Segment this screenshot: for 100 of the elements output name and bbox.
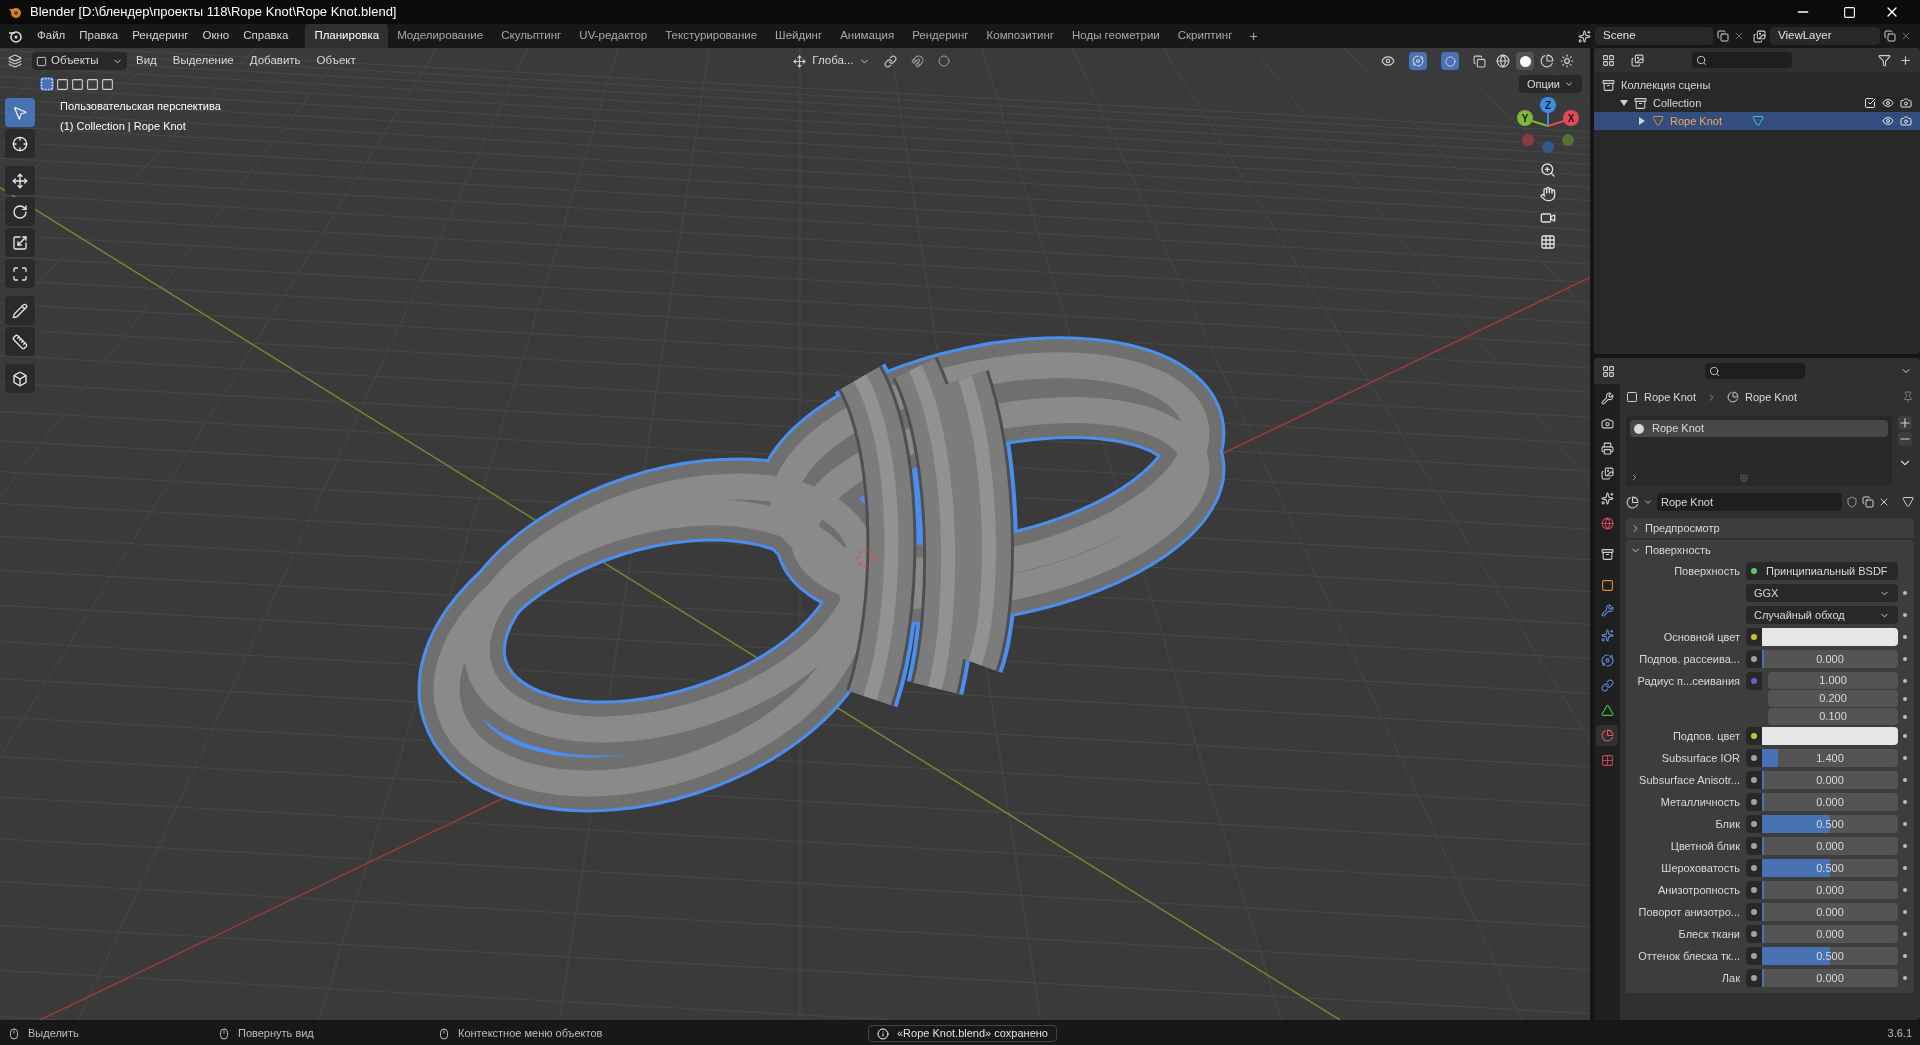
color-swatch[interactable]: [1762, 727, 1898, 745]
zoom-icon[interactable]: [1540, 162, 1556, 178]
copy-icon[interactable]: [1884, 30, 1896, 42]
view-layer-field[interactable]: ViewLayer: [1770, 27, 1880, 45]
orientation-dropdown[interactable]: Глоба...: [808, 52, 858, 70]
axis-handle[interactable]: Z: [1540, 97, 1556, 113]
select-intersect-icon[interactable]: [101, 77, 114, 91]
axis-handle[interactable]: [1522, 134, 1534, 146]
solid-shading-button[interactable]: [1516, 52, 1534, 70]
panel-header[interactable]: Предпросмотр: [1626, 518, 1914, 538]
panel-header[interactable]: Поверхность: [1626, 540, 1914, 560]
properties-tab[interactable]: [1596, 725, 1618, 746]
workspace-tab[interactable]: UV-редактор: [570, 24, 657, 48]
select-subtract-icon[interactable]: [71, 77, 84, 91]
chevron-icon[interactable]: [1643, 497, 1653, 507]
rendered-shading-icon[interactable]: [1560, 54, 1574, 68]
snap-icon[interactable]: [911, 54, 925, 68]
slider-field[interactable]: 0.500: [1762, 859, 1898, 877]
slider-field[interactable]: 0.000: [1762, 903, 1898, 921]
xray-icon[interactable]: [1473, 54, 1486, 68]
tool-button[interactable]: [5, 129, 35, 158]
add-slot-icon[interactable]: [1898, 416, 1912, 430]
material-shading-icon[interactable]: [1540, 54, 1554, 68]
camera-icon[interactable]: [1540, 210, 1556, 226]
camera-icon[interactable]: [1900, 97, 1912, 109]
dropdown[interactable]: Случайный обход: [1746, 606, 1898, 624]
workspace-tab[interactable]: Планировка: [305, 24, 389, 48]
workspace-tab[interactable]: Скульптинг: [492, 24, 571, 48]
tool-button[interactable]: [5, 197, 35, 226]
camera-icon[interactable]: [1900, 115, 1912, 127]
transform-orientation-icon[interactable]: [793, 54, 807, 68]
menu-item[interactable]: Справка: [236, 27, 296, 45]
workspace-tab[interactable]: Анимация: [831, 24, 904, 48]
menu-item[interactable]: Объект: [309, 52, 363, 70]
slider-field[interactable]: 0.000: [1762, 969, 1898, 987]
add-workspace-button[interactable]: +: [1241, 25, 1266, 47]
remove-slot-icon[interactable]: [1898, 432, 1912, 446]
editor-type-icon[interactable]: [1602, 53, 1615, 67]
number-field[interactable]: 0.200: [1768, 690, 1898, 707]
shield-icon[interactable]: [1846, 496, 1858, 508]
menu-item[interactable]: Рендеринг: [125, 27, 196, 45]
menu-item[interactable]: Окно: [195, 27, 237, 45]
options-dropdown[interactable]: Опции: [1518, 75, 1582, 93]
select-extend-icon[interactable]: [56, 77, 69, 91]
menu-item[interactable]: Выделение: [165, 52, 241, 70]
outliner-row[interactable]: Rope Knot: [1594, 112, 1920, 130]
material-name-field[interactable]: Rope Knot: [1657, 493, 1842, 511]
slider-field[interactable]: 1.400: [1762, 749, 1898, 767]
workspace-tab[interactable]: Моделирование: [388, 24, 493, 48]
tool-button[interactable]: [5, 296, 35, 325]
select-new-icon[interactable]: [40, 77, 54, 91]
menu-item[interactable]: Файл: [30, 27, 73, 45]
number-field[interactable]: 0.100: [1768, 708, 1898, 725]
collapsed-triangle-icon[interactable]: [1638, 117, 1646, 125]
eye-icon[interactable]: [1882, 97, 1894, 109]
wireframe-shading-icon[interactable]: [1496, 54, 1510, 68]
search-field[interactable]: [1705, 363, 1805, 379]
slider-field[interactable]: 0.000: [1762, 837, 1898, 855]
proportional-edit-icon[interactable]: [938, 55, 951, 67]
slider-field[interactable]: 0.000: [1762, 771, 1898, 789]
axis-handle[interactable]: [1542, 141, 1554, 153]
color-swatch[interactable]: [1762, 628, 1898, 646]
workspace-tab[interactable]: Скриптинг: [1168, 24, 1242, 48]
material-browse-icon[interactable]: [1626, 495, 1639, 509]
gizmo-toggle-button[interactable]: [1409, 52, 1427, 70]
new-collection-icon[interactable]: [1899, 53, 1912, 67]
tool-button[interactable]: [5, 327, 35, 356]
mode-dropdown[interactable]: Объекты: [32, 52, 127, 70]
hand-icon[interactable]: [1540, 186, 1556, 202]
axis-handle[interactable]: X: [1563, 110, 1579, 126]
tool-button[interactable]: [5, 166, 35, 195]
breadcrumb-item[interactable]: Rope Knot: [1644, 388, 1696, 406]
mesh-data-icon[interactable]: [1752, 115, 1764, 127]
slider-field[interactable]: 0.000: [1762, 881, 1898, 899]
expanded-triangle-icon[interactable]: [1620, 99, 1628, 107]
grip-icon[interactable]: [1740, 473, 1748, 482]
breadcrumb-item[interactable]: Rope Knot: [1745, 388, 1797, 406]
workspace-tab[interactable]: Текстурирование: [656, 24, 767, 48]
search-field[interactable]: [1692, 52, 1792, 68]
app-logo-icon[interactable]: [8, 29, 22, 43]
scene-field[interactable]: Scene: [1595, 27, 1713, 45]
workspace-tab[interactable]: Композитинг: [977, 24, 1063, 48]
slider-field[interactable]: 0.000: [1762, 793, 1898, 811]
workspace-tab[interactable]: Ноды геометрии: [1063, 24, 1169, 48]
axis-handle[interactable]: Y: [1517, 110, 1533, 126]
axis-handle[interactable]: [1562, 134, 1574, 146]
dropdown[interactable]: GGX: [1746, 584, 1898, 602]
shader-field[interactable]: Принципиальный BSDF: [1762, 562, 1898, 580]
grid-icon[interactable]: [1540, 234, 1556, 250]
tool-button[interactable]: [5, 364, 35, 393]
slider-field[interactable]: 0.500: [1762, 947, 1898, 965]
maximize-icon[interactable]: [1843, 5, 1856, 19]
outliner-row[interactable]: Collection: [1594, 94, 1920, 112]
workspace-tab[interactable]: Шейдинг: [766, 24, 832, 48]
editor-type-icon[interactable]: [1602, 364, 1615, 378]
eye-icon[interactable]: [1882, 115, 1894, 127]
visibility-icon[interactable]: [1381, 54, 1395, 68]
filter-icon[interactable]: [1878, 53, 1891, 67]
workspace-tab[interactable]: Рендеринг: [903, 24, 978, 48]
editor-type-icon[interactable]: [8, 54, 22, 68]
